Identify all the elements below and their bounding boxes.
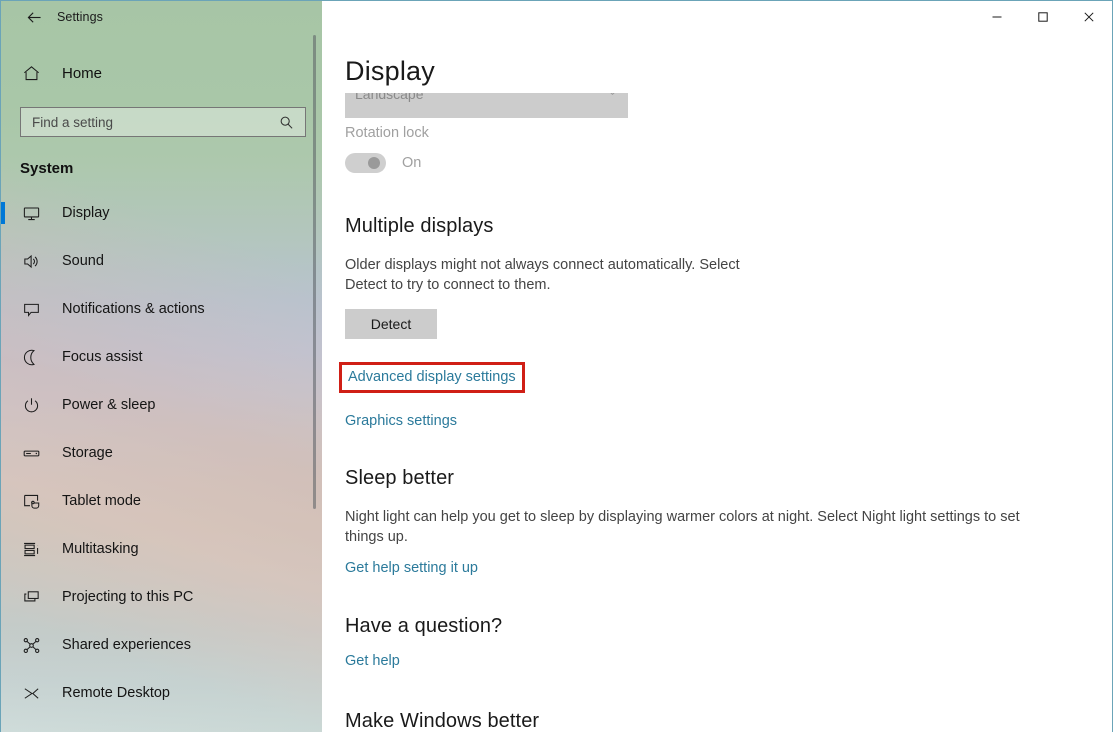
sidebar-item-label: Notifications & actions bbox=[62, 301, 205, 317]
sleep-better-description: Night light can help you get to sleep by… bbox=[345, 509, 1020, 545]
sidebar-group-title: System bbox=[20, 160, 74, 177]
rotation-lock-label: Rotation lock bbox=[345, 125, 429, 141]
get-help-link[interactable]: Get help bbox=[345, 652, 400, 670]
sidebar-item-home-label: Home bbox=[62, 64, 103, 82]
advanced-display-settings-link[interactable]: Advanced display settings bbox=[348, 369, 516, 386]
navigation-sidebar: Home System bbox=[1, 1, 322, 732]
projecting-icon bbox=[20, 586, 42, 608]
page-title: Display bbox=[345, 56, 435, 86]
sidebar-item-multitasking[interactable]: Multitasking bbox=[1, 525, 322, 573]
speaker-icon bbox=[20, 250, 42, 272]
sidebar-item-shared-experiences[interactable]: Shared experiences bbox=[1, 621, 322, 669]
rotation-lock-toggle bbox=[345, 153, 386, 173]
moon-icon bbox=[20, 346, 42, 368]
section-heading: Sleep better bbox=[345, 467, 455, 489]
sidebar-nav-list: Display Sound Notifications & actions Fo… bbox=[1, 189, 322, 717]
sidebar-item-label: Projecting to this PC bbox=[62, 589, 194, 605]
sidebar-item-label: Sound bbox=[62, 253, 104, 269]
home-icon bbox=[20, 62, 42, 84]
sidebar-item-label: Remote Desktop bbox=[62, 685, 170, 701]
detect-button[interactable]: Detect bbox=[345, 309, 437, 339]
sidebar-item-remote-desktop[interactable]: Remote Desktop bbox=[1, 669, 322, 717]
back-arrow-icon[interactable] bbox=[23, 6, 45, 28]
title-bar-left: Settings bbox=[1, 1, 322, 33]
search-box[interactable] bbox=[20, 107, 306, 137]
search-icon[interactable] bbox=[275, 115, 297, 130]
section-heading: Have a question? bbox=[345, 615, 503, 637]
have-a-question-section: Have a question? Get help bbox=[345, 615, 1085, 670]
multitasking-icon bbox=[20, 538, 42, 560]
monitor-icon bbox=[20, 202, 42, 224]
rotation-lock-state: On bbox=[402, 155, 422, 171]
sidebar-item-label: Power & sleep bbox=[62, 397, 156, 413]
title-bar-drag-region[interactable] bbox=[322, 1, 974, 33]
tablet-icon bbox=[20, 490, 42, 512]
window-controls bbox=[974, 1, 1112, 33]
sidebar-item-label: Tablet mode bbox=[62, 493, 141, 509]
sidebar-item-display[interactable]: Display bbox=[1, 189, 322, 237]
sidebar-item-label: Shared experiences bbox=[62, 637, 191, 653]
notification-icon bbox=[20, 298, 42, 320]
multiple-displays-section: Multiple displays Older displays might n… bbox=[339, 215, 1085, 430]
multiple-displays-description: Older displays might not always connect … bbox=[345, 257, 740, 293]
drive-icon bbox=[20, 442, 42, 464]
sidebar-item-power-sleep[interactable]: Power & sleep bbox=[1, 381, 322, 429]
sidebar-item-sound[interactable]: Sound bbox=[1, 237, 322, 285]
section-heading: Make Windows better bbox=[345, 710, 540, 732]
sidebar-item-focus-assist[interactable]: Focus assist bbox=[1, 333, 322, 381]
graphics-settings-link[interactable]: Graphics settings bbox=[345, 412, 457, 430]
power-icon bbox=[20, 394, 42, 416]
sidebar-content: Home System bbox=[1, 1, 322, 717]
night-light-help-link[interactable]: Get help setting it up bbox=[345, 559, 478, 577]
sidebar-item-storage[interactable]: Storage bbox=[1, 429, 322, 477]
sidebar-item-label: Multitasking bbox=[62, 541, 139, 557]
minimize-button[interactable] bbox=[974, 1, 1020, 33]
sidebar-item-notifications-actions[interactable]: Notifications & actions bbox=[1, 285, 322, 333]
sidebar-item-label: Storage bbox=[62, 445, 113, 461]
remote-desktop-icon bbox=[20, 682, 42, 704]
toggle-knob bbox=[368, 157, 380, 169]
rotation-lock-toggle-row: On bbox=[345, 153, 421, 173]
section-heading: Multiple displays bbox=[345, 215, 494, 237]
app-title: Settings bbox=[57, 10, 103, 24]
title-bar: Settings bbox=[1, 1, 1112, 33]
sidebar-scrollbar[interactable] bbox=[313, 35, 316, 509]
sidebar-item-tablet-mode[interactable]: Tablet mode bbox=[1, 477, 322, 525]
make-windows-better-section: Make Windows better bbox=[345, 710, 1085, 732]
sidebar-item-projecting-to-this-pc[interactable]: Projecting to this PC bbox=[1, 573, 322, 621]
shared-experiences-icon bbox=[20, 634, 42, 656]
sidebar-item-label: Display bbox=[62, 205, 110, 221]
sidebar-item-label: Focus assist bbox=[62, 349, 143, 365]
maximize-button[interactable] bbox=[1020, 1, 1066, 33]
search-input[interactable] bbox=[32, 108, 275, 136]
sidebar-item-home[interactable]: Home bbox=[1, 53, 322, 93]
main-content: Landscape Rotation lock On Multiple disp… bbox=[322, 1, 1112, 732]
settings-window: Home System bbox=[0, 0, 1113, 732]
close-button[interactable] bbox=[1066, 1, 1112, 33]
advanced-display-settings-highlight: Advanced display settings bbox=[339, 362, 525, 393]
sleep-better-section: Sleep better Night light can help you ge… bbox=[345, 467, 1085, 577]
